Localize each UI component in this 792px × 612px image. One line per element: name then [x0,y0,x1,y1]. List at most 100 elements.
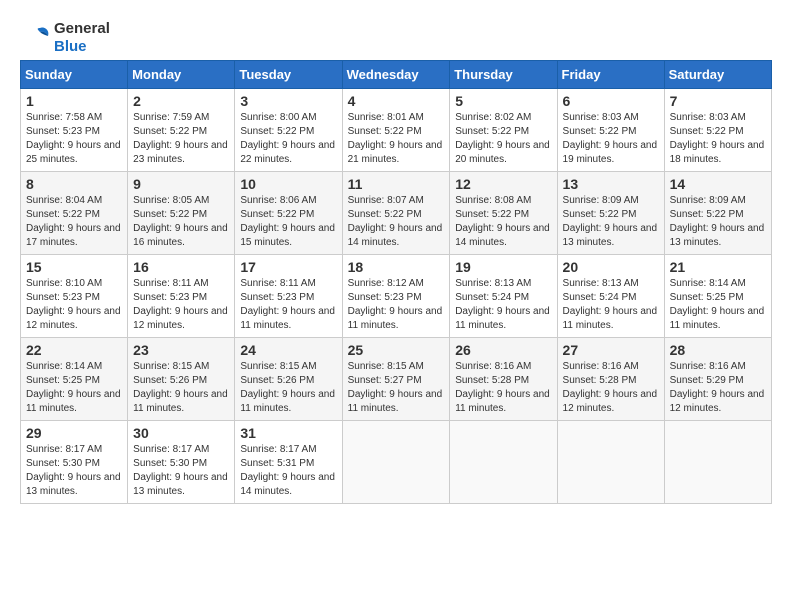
day-info: Sunrise: 8:14 AMSunset: 5:25 PMDaylight:… [670,277,766,333]
week-row-0: 1Sunrise: 7:58 AMSunset: 5:23 PMDaylight… [21,89,772,172]
calendar-cell: 14 Sunrise: 8:09 AMSunset: 5:22 PMDayligh… [664,172,771,255]
calendar-cell: 19 Sunrise: 8:13 AMSunset: 5:24 PMDayligh… [450,255,557,338]
day-info: Sunrise: 8:12 AMSunset: 5:23 PMDaylight:… [348,277,445,333]
calendar-cell: 30 Sunrise: 8:17 AMSunset: 5:30 PMDayligh… [128,421,235,504]
calendar-cell: 15Sunrise: 8:10 AMSunset: 5:23 PMDayligh… [21,255,128,338]
week-row-2: 15Sunrise: 8:10 AMSunset: 5:23 PMDayligh… [21,255,772,338]
day-info: Sunrise: 8:17 AMSunset: 5:30 PMDaylight:… [26,443,122,499]
day-info: Sunrise: 8:06 AMSunset: 5:22 PMDaylight:… [240,194,336,250]
day-number: 15 [26,259,122,275]
logo-bird-icon [20,22,52,54]
calendar-cell: 22Sunrise: 8:14 AMSunset: 5:25 PMDayligh… [21,338,128,421]
day-info: Sunrise: 8:16 AMSunset: 5:28 PMDaylight:… [563,360,659,416]
day-info: Sunrise: 8:11 AMSunset: 5:23 PMDaylight:… [133,277,229,333]
header-friday: Friday [557,61,664,89]
calendar-cell: 12 Sunrise: 8:08 AMSunset: 5:22 PMDayligh… [450,172,557,255]
calendar-cell: 4 Sunrise: 8:01 AMSunset: 5:22 PMDaylight… [342,89,450,172]
day-info: Sunrise: 8:00 AMSunset: 5:22 PMDaylight:… [240,111,336,167]
calendar-cell: 25 Sunrise: 8:15 AMSunset: 5:27 PMDayligh… [342,338,450,421]
header-monday: Monday [128,61,235,89]
day-info: Sunrise: 8:08 AMSunset: 5:22 PMDaylight:… [455,194,551,250]
day-number: 28 [670,342,766,358]
calendar-cell: 29Sunrise: 8:17 AMSunset: 5:30 PMDayligh… [21,421,128,504]
day-info: Sunrise: 8:02 AMSunset: 5:22 PMDaylight:… [455,111,551,167]
day-number: 18 [348,259,445,275]
calendar-cell: 5 Sunrise: 8:02 AMSunset: 5:22 PMDaylight… [450,89,557,172]
day-info: Sunrise: 8:16 AMSunset: 5:29 PMDaylight:… [670,360,766,416]
header-thursday: Thursday [450,61,557,89]
day-number: 31 [240,425,336,441]
day-info: Sunrise: 7:58 AMSunset: 5:23 PMDaylight:… [26,111,122,167]
calendar-cell: 9Sunrise: 8:05 AMSunset: 5:22 PMDaylight… [128,172,235,255]
day-number: 7 [670,93,766,109]
calendar-cell: 24 Sunrise: 8:15 AMSunset: 5:26 PMDayligh… [235,338,342,421]
day-number: 24 [240,342,336,358]
day-number: 3 [240,93,336,109]
calendar-cell [664,421,771,504]
day-number: 19 [455,259,551,275]
day-number: 25 [348,342,445,358]
calendar-cell: 20Sunrise: 8:13 AMSunset: 5:24 PMDayligh… [557,255,664,338]
day-number: 26 [455,342,551,358]
day-info: Sunrise: 8:03 AMSunset: 5:22 PMDaylight:… [563,111,659,167]
day-number: 12 [455,176,551,192]
day-number: 17 [240,259,336,275]
logo-general: General [54,20,110,38]
logo-blue: Blue [54,38,110,56]
day-number: 5 [455,93,551,109]
day-number: 22 [26,342,122,358]
day-info: Sunrise: 7:59 AMSunset: 5:22 PMDaylight:… [133,111,229,167]
day-info: Sunrise: 8:13 AMSunset: 5:24 PMDaylight:… [455,277,551,333]
day-info: Sunrise: 8:15 AMSunset: 5:26 PMDaylight:… [240,360,336,416]
calendar-cell: 1Sunrise: 7:58 AMSunset: 5:23 PMDaylight… [21,89,128,172]
day-info: Sunrise: 8:09 AMSunset: 5:22 PMDaylight:… [563,194,659,250]
day-info: Sunrise: 8:09 AMSunset: 5:22 PMDaylight:… [670,194,766,250]
calendar: SundayMondayTuesdayWednesdayThursdayFrid… [20,60,772,504]
week-row-3: 22Sunrise: 8:14 AMSunset: 5:25 PMDayligh… [21,338,772,421]
day-number: 6 [563,93,659,109]
calendar-cell: 23Sunrise: 8:15 AMSunset: 5:26 PMDayligh… [128,338,235,421]
logo: General Blue [20,20,110,56]
calendar-cell: 28 Sunrise: 8:16 AMSunset: 5:29 PMDayligh… [664,338,771,421]
header-tuesday: Tuesday [235,61,342,89]
calendar-cell: 17 Sunrise: 8:11 AMSunset: 5:23 PMDayligh… [235,255,342,338]
day-info: Sunrise: 8:11 AMSunset: 5:23 PMDaylight:… [240,277,336,333]
calendar-cell: 31 Sunrise: 8:17 AMSunset: 5:31 PMDayligh… [235,421,342,504]
calendar-cell: 26 Sunrise: 8:16 AMSunset: 5:28 PMDayligh… [450,338,557,421]
header: General Blue [20,20,772,56]
calendar-cell [342,421,450,504]
calendar-body: 1Sunrise: 7:58 AMSunset: 5:23 PMDaylight… [21,89,772,504]
calendar-cell: 6 Sunrise: 8:03 AMSunset: 5:22 PMDaylight… [557,89,664,172]
calendar-cell: 10Sunrise: 8:06 AMSunset: 5:22 PMDayligh… [235,172,342,255]
day-number: 14 [670,176,766,192]
day-number: 13 [563,176,659,192]
day-number: 11 [348,176,445,192]
day-info: Sunrise: 8:07 AMSunset: 5:22 PMDaylight:… [348,194,445,250]
header-saturday: Saturday [664,61,771,89]
calendar-cell: 8 Sunrise: 8:04 AMSunset: 5:22 PMDaylight… [21,172,128,255]
calendar-cell: 11 Sunrise: 8:07 AMSunset: 5:22 PMDayligh… [342,172,450,255]
calendar-cell [450,421,557,504]
day-number: 20 [563,259,659,275]
day-number: 30 [133,425,229,441]
day-info: Sunrise: 8:15 AMSunset: 5:27 PMDaylight:… [348,360,445,416]
week-row-1: 8 Sunrise: 8:04 AMSunset: 5:22 PMDaylight… [21,172,772,255]
week-row-4: 29Sunrise: 8:17 AMSunset: 5:30 PMDayligh… [21,421,772,504]
day-number: 21 [670,259,766,275]
day-number: 8 [26,176,122,192]
day-info: Sunrise: 8:16 AMSunset: 5:28 PMDaylight:… [455,360,551,416]
day-info: Sunrise: 8:17 AMSunset: 5:31 PMDaylight:… [240,443,336,499]
calendar-cell: 2Sunrise: 7:59 AMSunset: 5:22 PMDaylight… [128,89,235,172]
day-number: 4 [348,93,445,109]
day-info: Sunrise: 8:17 AMSunset: 5:30 PMDaylight:… [133,443,229,499]
day-number: 27 [563,342,659,358]
calendar-cell: 7Sunrise: 8:03 AMSunset: 5:22 PMDaylight… [664,89,771,172]
calendar-header-row: SundayMondayTuesdayWednesdayThursdayFrid… [21,61,772,89]
header-sunday: Sunday [21,61,128,89]
day-number: 16 [133,259,229,275]
day-info: Sunrise: 8:01 AMSunset: 5:22 PMDaylight:… [348,111,445,167]
calendar-cell: 13 Sunrise: 8:09 AMSunset: 5:22 PMDayligh… [557,172,664,255]
calendar-cell: 3 Sunrise: 8:00 AMSunset: 5:22 PMDaylight… [235,89,342,172]
day-info: Sunrise: 8:05 AMSunset: 5:22 PMDaylight:… [133,194,229,250]
day-info: Sunrise: 8:04 AMSunset: 5:22 PMDaylight:… [26,194,122,250]
